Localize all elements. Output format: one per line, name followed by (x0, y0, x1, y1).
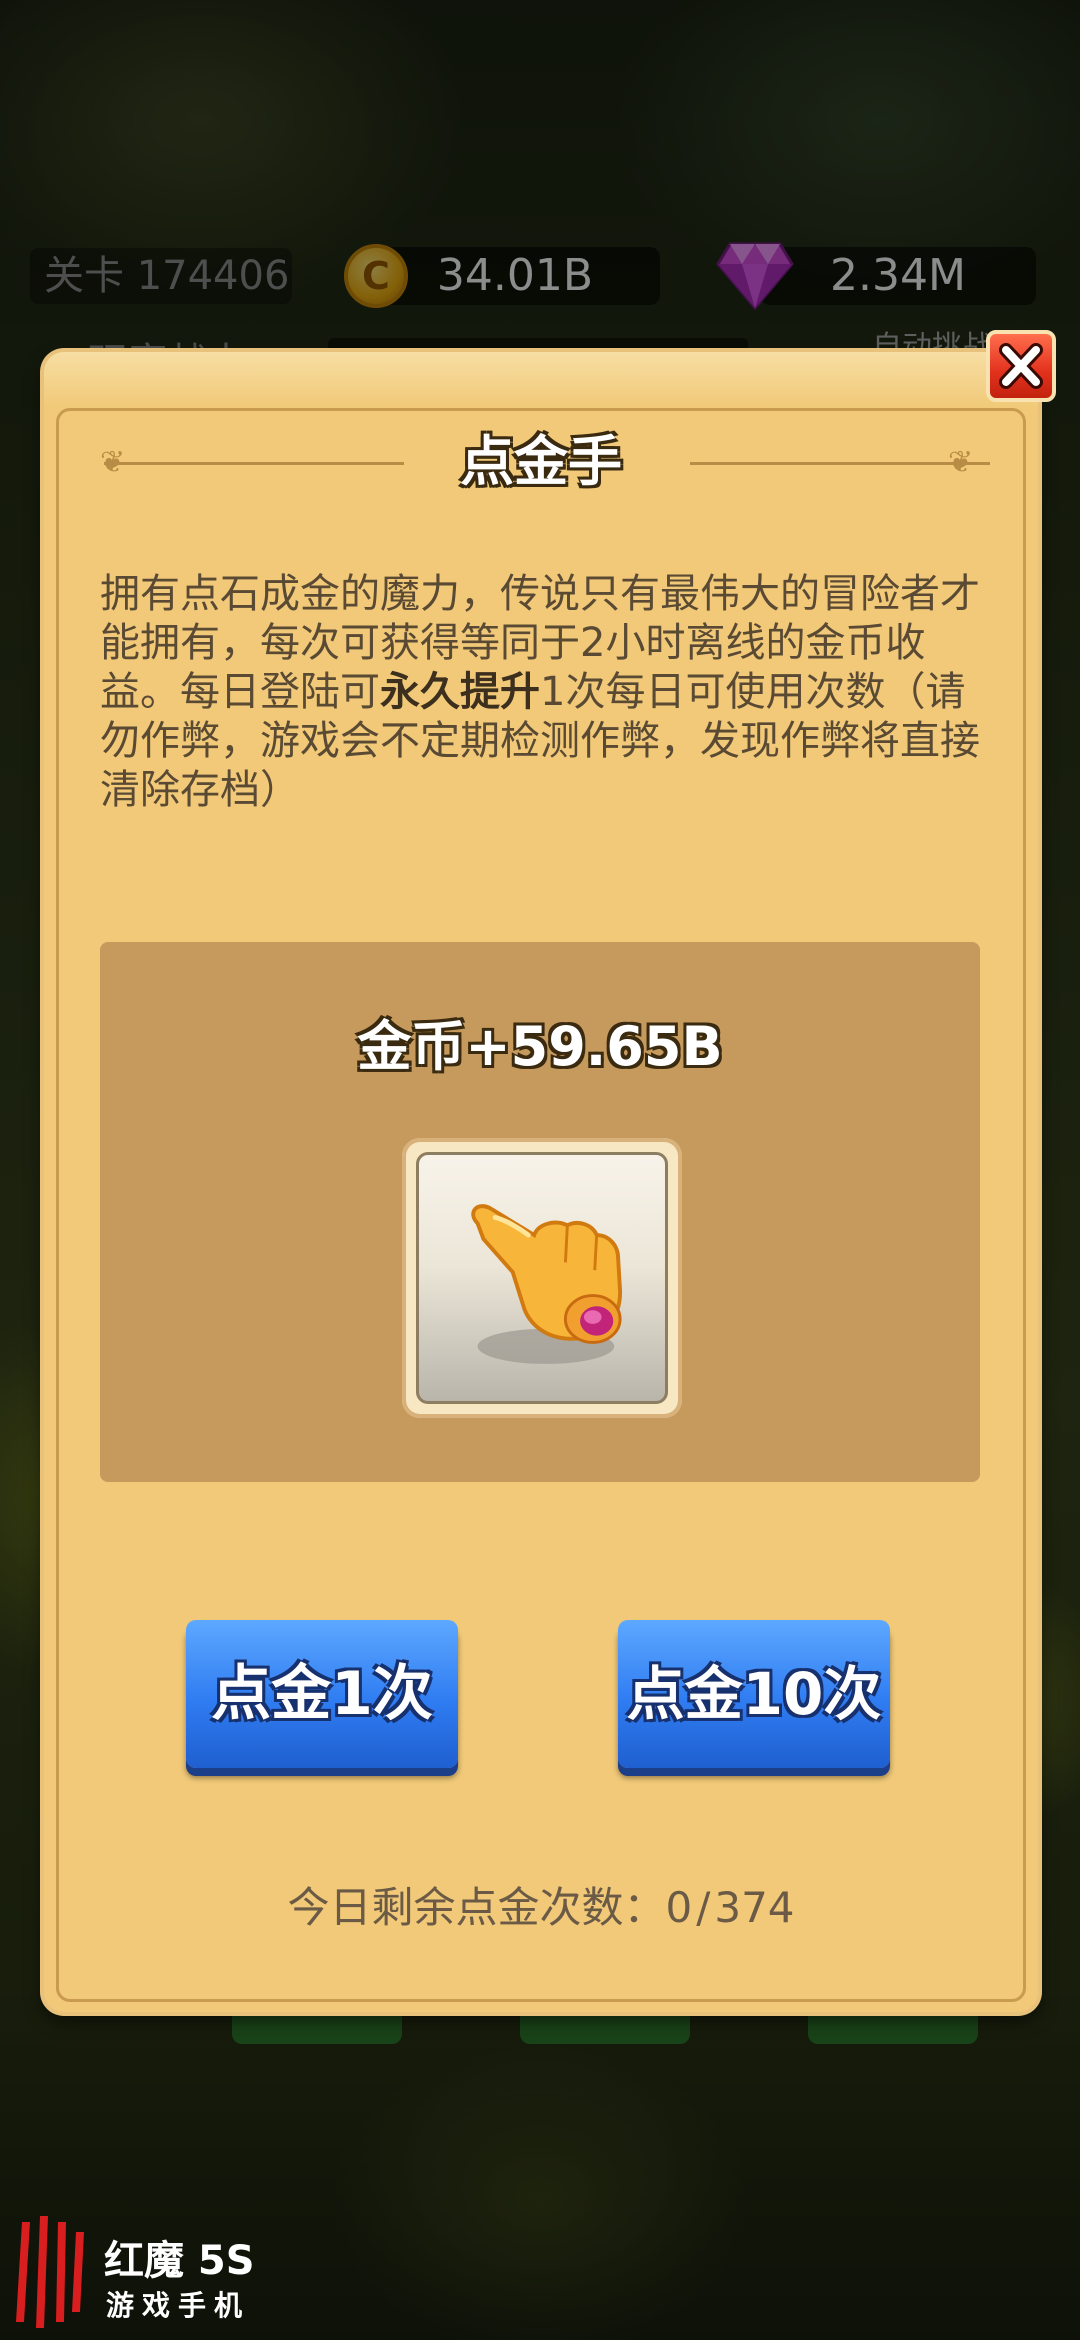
reward-amount: 金币+59.65B (357, 1015, 723, 1078)
remaining-used: 0 (665, 1883, 693, 1932)
description-bold: 永久提升 (380, 669, 540, 715)
title-row: ❦ ❦ 点金手 (44, 422, 1038, 502)
dialog-title: 点金手 (460, 430, 622, 493)
golden-finger-frame (402, 1138, 682, 1418)
remaining-count: 今日剩余点金次数：0/374 (287, 1883, 795, 1932)
remaining-label: 今日剩余点金次数： (287, 1883, 666, 1932)
remaining-total: 374 (714, 1883, 795, 1932)
midas-once-button[interactable]: 点金1次 (186, 1620, 458, 1768)
reward-panel: 金币+59.65B (100, 942, 980, 1482)
close-icon (999, 343, 1043, 389)
watermark-brand: 红魔 5S (104, 2238, 255, 2284)
watermark-tagline: 游戏手机 (106, 2289, 251, 2322)
golden-finger-icon (471, 1204, 623, 1364)
red-magic-logo-icon (16, 2216, 84, 2328)
midas-touch-dialog: ❦ ❦ 点金手 拥有点石成金的魔力，传说只有最伟大的冒险者才能拥有，每次可获得等… (44, 352, 1038, 2012)
close-button[interactable] (986, 330, 1056, 402)
midas-ten-times-button[interactable]: 点金10次 (618, 1620, 890, 1768)
golden-finger-slot (416, 1152, 668, 1404)
description: 拥有点石成金的魔力，传说只有最伟大的冒险者才能拥有，每次可获得等同于2小时离线的… (100, 570, 980, 815)
dialog-top-edge (44, 352, 1038, 408)
